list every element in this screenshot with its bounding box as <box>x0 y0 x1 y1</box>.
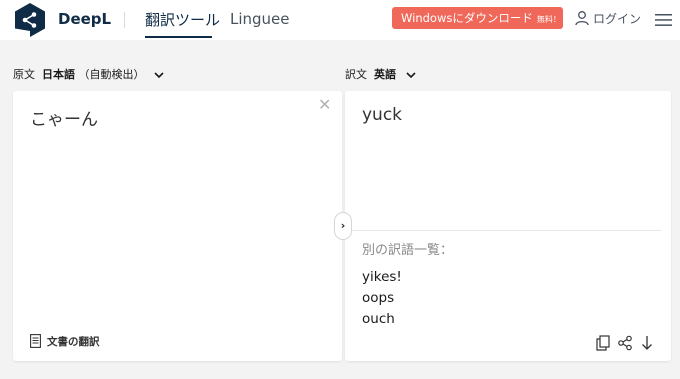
alternative-item[interactable]: oops <box>362 288 402 309</box>
target-panel: yuck 別の訳語一覧： yikes! oops ouch <box>345 91 671 361</box>
source-language-selector[interactable]: 原文 日本語 （自動検出） <box>13 66 164 82</box>
active-tab-indicator <box>145 36 212 38</box>
brand-name[interactable]: DeepL <box>58 10 111 28</box>
target-language: 英語 <box>374 68 396 81</box>
clear-text-icon[interactable]: ✕ <box>318 95 331 114</box>
document-icon[interactable] <box>30 334 41 348</box>
chevron-down-icon <box>405 71 416 78</box>
user-icon[interactable] <box>575 10 589 26</box>
download-button-label: Windowsにダウンロード <box>401 11 533 25</box>
tab-linguee[interactable]: Linguee <box>230 10 290 28</box>
free-badge: 無料！ <box>536 15 561 24</box>
alternative-item[interactable]: ouch <box>362 309 402 330</box>
download-windows-button[interactable]: Windowsにダウンロード 無料！ <box>392 7 563 29</box>
target-prefix: 訳文 <box>345 68 367 81</box>
header-divider <box>124 12 125 28</box>
deepl-logo-icon[interactable] <box>12 2 48 38</box>
chevron-down-icon <box>154 71 164 78</box>
hamburger-menu-icon[interactable] <box>655 13 672 27</box>
auto-detect-label: （自動検出） <box>78 68 145 81</box>
tab-translator[interactable]: 翻訳ツール <box>145 9 220 30</box>
alternatives-heading: 別の訳語一覧： <box>362 243 454 258</box>
target-language-selector[interactable]: 訳文 英語 <box>345 66 416 82</box>
alternatives-divider <box>345 230 661 231</box>
alternatives-list: yikes! oops ouch <box>362 267 402 330</box>
login-link[interactable]: ログイン <box>593 10 641 27</box>
source-text-input[interactable]: こゃーん <box>30 105 98 130</box>
chevron-right-icon[interactable]: › <box>334 212 352 240</box>
translation-output: yuck <box>362 105 403 125</box>
top-header: DeepL 翻訳ツール Linguee Windowsにダウンロード 無料！ ログ… <box>0 0 680 40</box>
download-icon[interactable] <box>640 335 654 351</box>
source-panel: こゃーん ✕ 文書の翻訳 <box>13 91 342 361</box>
share-icon[interactable] <box>618 335 632 351</box>
alternative-item[interactable]: yikes! <box>362 267 402 288</box>
source-prefix: 原文 <box>13 68 35 81</box>
source-language: 日本語 <box>42 68 75 81</box>
copy-icon[interactable] <box>596 335 610 351</box>
translate-document-link[interactable]: 文書の翻訳 <box>47 334 100 349</box>
